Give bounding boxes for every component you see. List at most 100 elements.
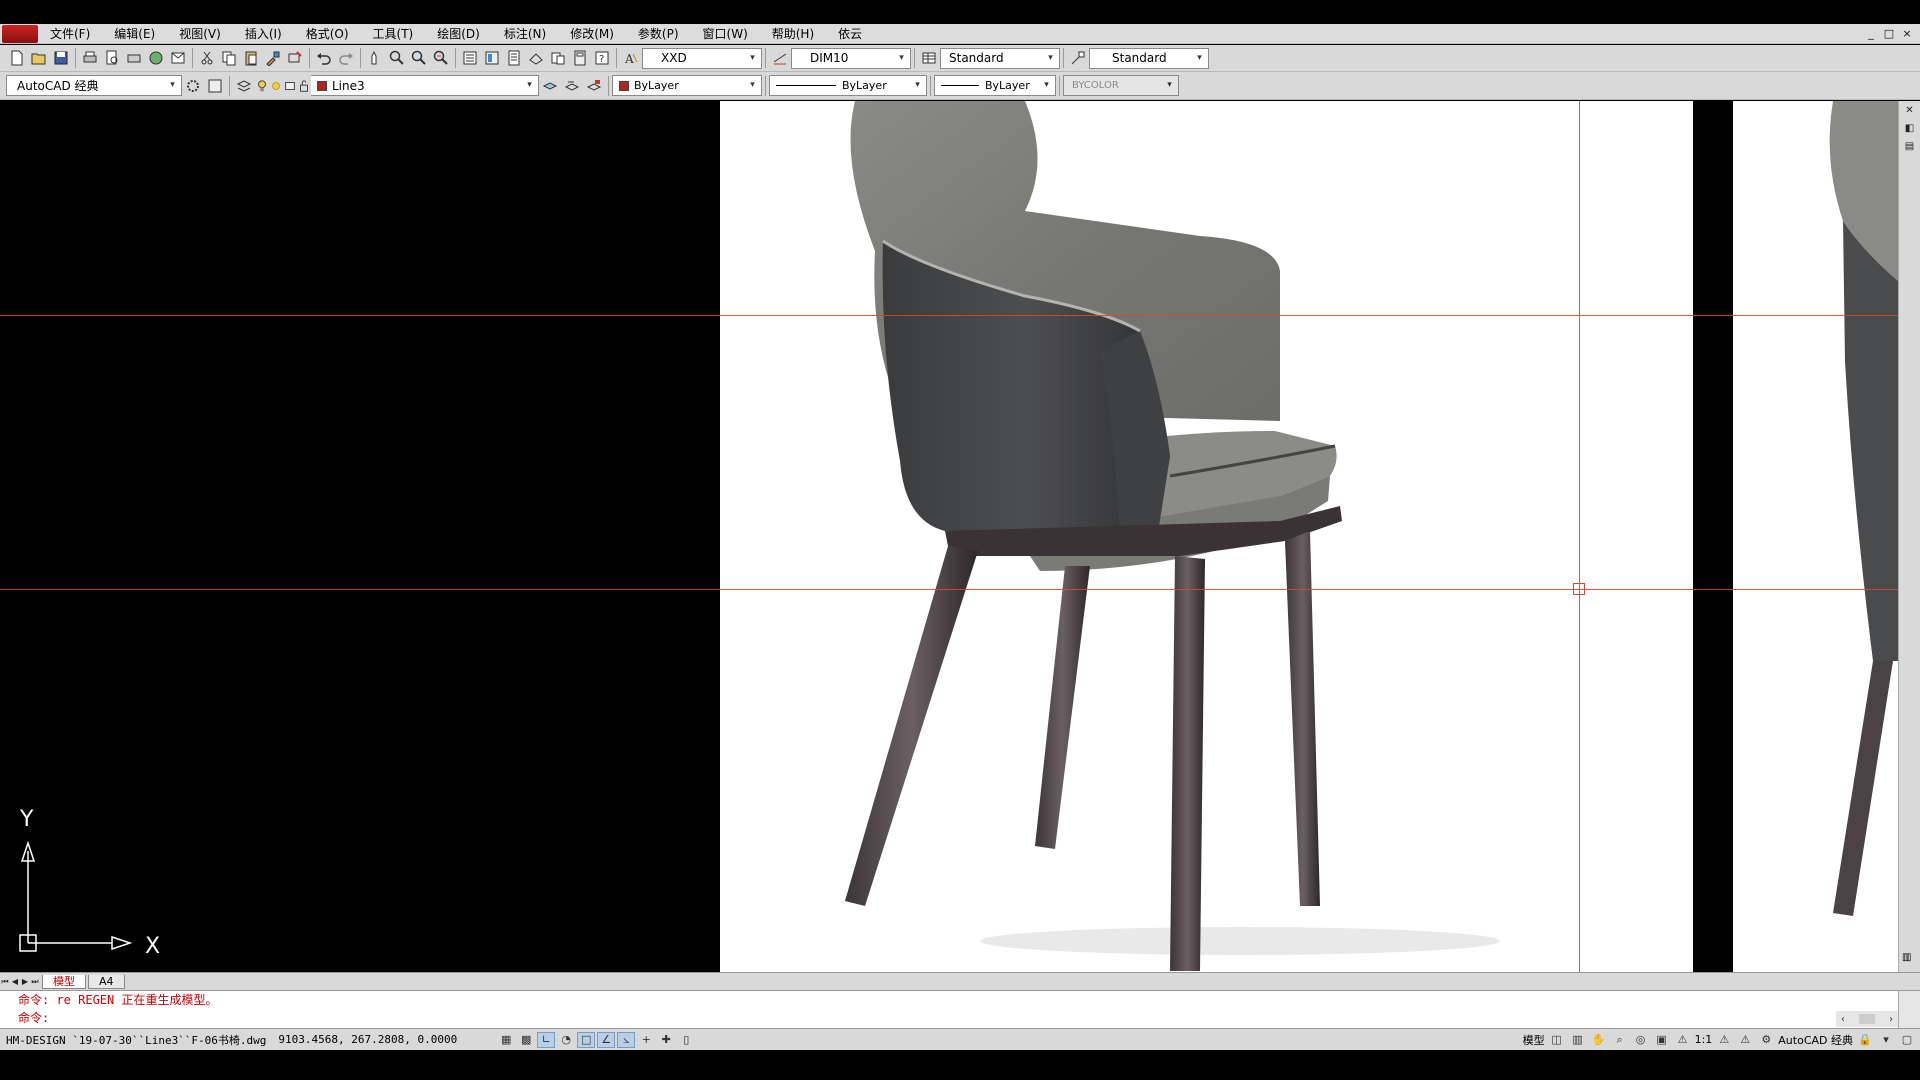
polar-tracking-icon[interactable]: ◔	[557, 1032, 575, 1048]
minimize-drawing-icon[interactable]: ▤	[1902, 141, 1918, 155]
zoom-previous-icon[interactable]	[430, 47, 452, 69]
redo-icon[interactable]	[335, 47, 357, 69]
pan-icon[interactable]	[364, 47, 386, 69]
close-drawing-icon[interactable]: ✕	[1902, 105, 1918, 119]
lineweight-select[interactable]: ByLayer ▾	[934, 75, 1056, 96]
layer-previous-icon[interactable]	[561, 75, 583, 97]
cursor-coordinates[interactable]: 9103.4568, 267.2808, 0.0000	[278, 1033, 457, 1046]
plotstyle-select[interactable]: BYCOLOR ▾	[1063, 75, 1179, 96]
menu-help[interactable]: 帮助(H)	[760, 25, 826, 42]
prev-tab-icon[interactable]: ◀	[10, 976, 20, 988]
first-tab-icon[interactable]: ⏮	[0, 976, 10, 988]
text-style-select[interactable]: XXD ▾	[642, 47, 762, 69]
multileader-style-icon[interactable]	[1067, 47, 1089, 69]
layer-vp-icon[interactable]	[283, 75, 297, 97]
last-tab-icon[interactable]: ⏭	[30, 976, 40, 988]
etransmit-icon[interactable]	[167, 47, 189, 69]
next-tab-icon[interactable]: ▶	[20, 976, 30, 988]
clean-screen-icon[interactable]: ▢	[1898, 1032, 1916, 1048]
zoom-window-icon[interactable]	[408, 47, 430, 69]
help-icon[interactable]: ?	[591, 47, 613, 69]
open-icon[interactable]	[28, 47, 50, 69]
paste-icon[interactable]	[240, 47, 262, 69]
command-hscroll[interactable]: ‹ ›	[1836, 1011, 1898, 1027]
matchprop-icon[interactable]	[262, 47, 284, 69]
plot-icon[interactable]	[123, 47, 145, 69]
annotation-visibility-icon[interactable]: ⚠	[1715, 1032, 1733, 1048]
lineweight-toggle-icon[interactable]: ✚	[657, 1032, 675, 1048]
snap-mode-icon[interactable]: ▦	[497, 1032, 515, 1048]
zoom-status-icon[interactable]: ⌕	[1611, 1032, 1629, 1048]
table-style-icon[interactable]	[918, 47, 940, 69]
restore-button[interactable]: □	[1882, 27, 1896, 41]
grid-display-icon[interactable]: ▩	[517, 1032, 535, 1048]
steering-wheel-icon[interactable]: ◎	[1632, 1032, 1650, 1048]
sheetset-icon[interactable]	[525, 47, 547, 69]
menu-file[interactable]: 文件(F)	[38, 25, 102, 42]
menu-insert[interactable]: 插入(I)	[233, 25, 294, 42]
workspace-customize-icon[interactable]	[204, 75, 226, 97]
status-menu-icon[interactable]: ▾	[1877, 1032, 1895, 1048]
menu-yiyun[interactable]: 依云	[826, 25, 874, 42]
menu-parametric[interactable]: 参数(P)	[626, 25, 691, 42]
workspace-settings-icon[interactable]	[182, 75, 204, 97]
layer-state-icon[interactable]	[583, 75, 605, 97]
showmotion-icon[interactable]: ▣	[1653, 1032, 1671, 1048]
workspace-status[interactable]: AutoCAD 经典	[1778, 1032, 1853, 1048]
pan-status-icon[interactable]: ✋	[1590, 1032, 1608, 1048]
drawing-viewport[interactable]: Y X	[0, 101, 1898, 972]
layer-properties-icon[interactable]	[233, 75, 255, 97]
layer-select[interactable]: Line3 ▾	[311, 75, 539, 96]
auto-scale-icon[interactable]: ⚠	[1736, 1032, 1754, 1048]
vertical-scrollbar-icon[interactable]: ▥	[1902, 952, 1918, 966]
print-preview-icon[interactable]	[101, 47, 123, 69]
annotation-scale-value[interactable]: 1:1	[1695, 1033, 1713, 1046]
command-scrollbar[interactable]	[1898, 991, 1920, 1029]
menu-edit[interactable]: 编辑(E)	[102, 25, 167, 42]
menu-dimension[interactable]: 标注(N)	[492, 25, 558, 42]
undo-icon[interactable]	[313, 47, 335, 69]
menu-tools[interactable]: 工具(T)	[361, 25, 426, 42]
dim-style-select[interactable]: DIM10 ▾	[791, 47, 911, 69]
menu-modify[interactable]: 修改(M)	[558, 25, 626, 42]
layer-thaw-icon[interactable]	[269, 75, 283, 97]
design-center-icon[interactable]	[481, 47, 503, 69]
close-button[interactable]: ×	[1900, 27, 1914, 41]
cut-icon[interactable]	[196, 47, 218, 69]
markup-icon[interactable]	[547, 47, 569, 69]
ortho-mode-icon[interactable]: ∟	[537, 1031, 556, 1048]
dynamic-input-icon[interactable]: +	[637, 1032, 655, 1048]
workspace-select[interactable]: AutoCAD 经典 ▾	[6, 75, 182, 96]
linetype-select[interactable]: ByLayer ▾	[769, 75, 927, 96]
menu-format[interactable]: 格式(O)	[294, 25, 361, 42]
save-icon[interactable]	[50, 47, 72, 69]
quick-view-icon[interactable]: ▥	[1569, 1032, 1587, 1048]
menu-draw[interactable]: 绘图(D)	[425, 25, 492, 42]
block-editor-icon[interactable]	[284, 47, 306, 69]
workspace-gear-icon[interactable]: ⚙	[1757, 1032, 1775, 1048]
menu-view[interactable]: 视图(V)	[167, 25, 233, 42]
layer-on-icon[interactable]	[255, 75, 269, 97]
tab-layout-a4[interactable]: A4	[88, 974, 125, 989]
make-current-icon[interactable]	[539, 75, 561, 97]
text-style-icon[interactable]: A	[620, 47, 642, 69]
layout-icon[interactable]: ◫	[1548, 1032, 1566, 1048]
zoom-realtime-icon[interactable]	[386, 47, 408, 69]
menu-window[interactable]: 窗口(W)	[691, 25, 760, 42]
properties-icon[interactable]	[459, 47, 481, 69]
quick-properties-icon[interactable]: ▯	[677, 1032, 695, 1048]
layer-lock-icon[interactable]	[297, 75, 311, 97]
tool-palette-icon[interactable]	[503, 47, 525, 69]
print-icon[interactable]	[79, 47, 101, 69]
new-icon[interactable]	[6, 47, 28, 69]
app-menu-icon[interactable]	[2, 24, 38, 43]
color-select[interactable]: ByLayer ▾	[612, 75, 762, 96]
object-snap-tracking-icon[interactable]: ∠	[597, 1031, 616, 1048]
restore-drawing-icon[interactable]: ◧	[1902, 123, 1918, 137]
table-style-select[interactable]: Standard ▾	[940, 47, 1060, 69]
dynamic-ucs-icon[interactable]: ⦣	[617, 1031, 636, 1048]
object-snap-icon[interactable]: □	[577, 1031, 596, 1048]
model-space-label[interactable]: 模型	[1523, 1032, 1545, 1048]
quickcalc-icon[interactable]	[569, 47, 591, 69]
copy-icon[interactable]	[218, 47, 240, 69]
